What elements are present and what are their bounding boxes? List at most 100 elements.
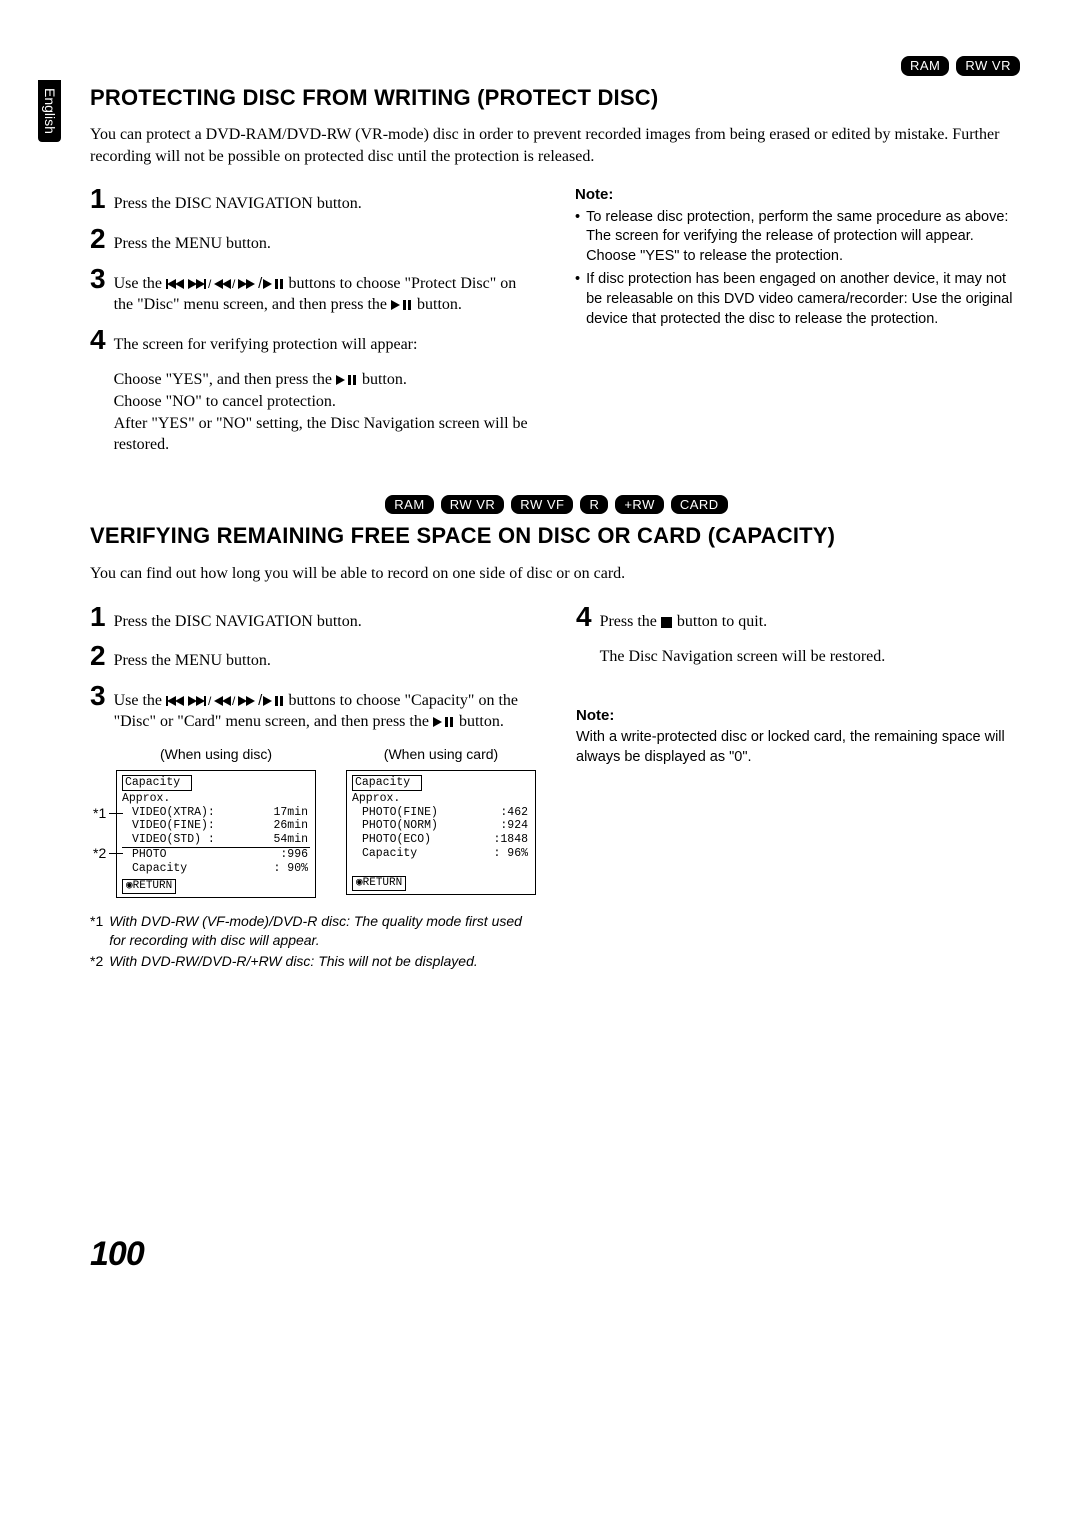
svg-text:/: / [208, 278, 212, 290]
osd-card: Capacity Approx. PHOTO(FINE):462 PHOTO(N… [346, 770, 536, 895]
col-left-2: 1Press the DISC NAVIGATION button. 2 Pres… [90, 603, 536, 973]
v: 54min [273, 833, 308, 847]
k: VIDEO(XTRA): [124, 806, 215, 820]
t: *2 [93, 845, 106, 862]
section1-title: PROTECTING DISC FROM WRITING (PROTECT DI… [90, 83, 1020, 113]
osd-disc: Capacity Approx. VIDEO(XTRA):17min VIDEO… [116, 770, 316, 898]
t: button to quit. [673, 613, 767, 630]
cols-2: 1Press the DISC NAVIGATION button. 2 Pres… [90, 603, 1020, 973]
page-number: 100 [90, 1232, 1020, 1278]
step-2-4: 4Press the button to quit. The Disc Navi… [576, 603, 1020, 668]
note-item: •If disc protection has been engaged on … [575, 270, 1020, 329]
note-heading: Note: [576, 706, 1020, 726]
section2-intro: You can find out how long you will be ab… [90, 563, 1020, 585]
play-pause-icon [391, 296, 413, 313]
step-body: Press the MENU button. [114, 650, 271, 672]
badge: CARD [671, 495, 728, 515]
star1-marker: *1 [93, 805, 123, 822]
t: Choose "NO" to cancel protection. [114, 391, 535, 413]
v: :1848 [493, 833, 528, 847]
step-body: Press the DISC NAVIGATION button. [114, 611, 362, 633]
section1-intro: You can protect a DVD-RAM/DVD-RW (VR-mod… [90, 124, 1020, 167]
t: The Disc Navigation screen will be resto… [600, 646, 886, 668]
nav-icons: // / [166, 275, 285, 292]
tick-icon [109, 813, 123, 814]
play-pause-icon [336, 371, 358, 388]
osd-title: Capacity [352, 775, 422, 791]
v: : 90% [273, 862, 308, 876]
t: button. [413, 296, 462, 313]
badge: +RW [615, 495, 664, 515]
cols-1: 1 Press the DISC NAVIGATION button. 2Pres… [90, 185, 1020, 465]
step-num: 3 [90, 265, 106, 316]
t: With DVD-RW (VF-mode)/DVD-R disc: The qu… [109, 912, 536, 950]
badge-row-2: RAM RW VR RW VF R +RW CARD [90, 494, 1020, 516]
step-1-2: 2Press the MENU button. [90, 225, 535, 255]
t: To release disc protection, perform the … [586, 208, 1020, 267]
spacer [352, 861, 530, 873]
t: button. [358, 371, 407, 388]
sub: Choose "YES", and then press the button. [114, 369, 535, 391]
footnote-1: *1With DVD-RW (VF-mode)/DVD-R disc: The … [90, 912, 536, 950]
t: With DVD-RW/DVD-R/+RW disc: This will no… [109, 952, 478, 971]
step-2-3: 3Use the // / buttons to choose "Capacit… [90, 682, 536, 733]
osd-disc-label: (When using disc) [116, 745, 316, 764]
k: Capacity [354, 847, 417, 861]
nav-icons: // / [166, 692, 285, 709]
svg-text:/: / [208, 695, 212, 707]
tick-icon [109, 853, 123, 854]
svg-text:/: / [232, 278, 236, 290]
step-num: 1 [90, 185, 106, 215]
fn-mark: *1 [90, 912, 103, 950]
k: PHOTO(NORM) [354, 819, 438, 833]
osd-title: Capacity [122, 775, 192, 791]
osd-return: ◉RETURN [352, 876, 406, 891]
step-body: The screen for verifying protection will… [114, 334, 535, 456]
bullet-icon: • [575, 270, 580, 329]
v: :462 [500, 806, 528, 820]
step-1-4: 4 The screen for verifying protection wi… [90, 326, 535, 456]
t: Use the [114, 275, 166, 292]
t: Use the [114, 692, 166, 709]
t: The screen for verifying protection will… [114, 336, 418, 353]
t: *1 [93, 805, 106, 822]
step-2-2: 2 Press the MENU button. [90, 642, 536, 672]
diagram-row: (When using disc) Capacity Approx. VIDEO… [90, 745, 536, 898]
step-2-1: 1Press the DISC NAVIGATION button. [90, 603, 536, 633]
badge: RAM [385, 495, 433, 515]
col-right-1: Note: •To release disc protection, perfo… [575, 185, 1020, 465]
k: PHOTO [124, 848, 167, 862]
step-num: 4 [576, 603, 592, 668]
osd-row: VIDEO(STD) : 54min [122, 833, 310, 848]
osd-row: PHOTO(NORM):924 [352, 819, 530, 833]
badge: RW VR [441, 495, 505, 515]
osd-row: PHOTO(ECO) :1848 [352, 833, 530, 847]
step-body: Press the DISC NAVIGATION button. [114, 193, 362, 215]
k: Capacity [124, 862, 187, 876]
v: 17min [273, 806, 308, 820]
step-num: 2 [90, 642, 106, 672]
osd-disc-block: (When using disc) Capacity Approx. VIDEO… [116, 745, 316, 898]
svg-text:/: / [232, 695, 236, 707]
badge-ram: RAM [901, 56, 949, 76]
fn-mark: *2 [90, 952, 103, 971]
step-num: 2 [90, 225, 106, 255]
col-right-2: 4Press the button to quit. The Disc Navi… [576, 603, 1020, 973]
osd-row: VIDEO(FINE):26min [122, 819, 310, 833]
t: Choose "YES", and then press the [114, 371, 336, 388]
star2-marker: *2 [93, 845, 123, 862]
t: After "YES" or "NO" setting, the Disc Na… [114, 413, 535, 456]
section2-title: VERIFYING REMAINING FREE SPACE ON DISC O… [90, 521, 1020, 551]
note-item: •To release disc protection, perform the… [575, 208, 1020, 267]
osd-card-label: (When using card) [346, 745, 536, 764]
osd-row: Capacity : 90% [122, 862, 310, 876]
step-body: Press the button to quit. The Disc Navig… [600, 611, 886, 668]
t: If disc protection has been engaged on a… [586, 270, 1020, 329]
v: 26min [273, 819, 308, 833]
k: PHOTO(ECO) [354, 833, 431, 847]
k: VIDEO(STD) : [124, 833, 215, 847]
osd-card-block: (When using card) Capacity Approx. PHOTO… [346, 745, 536, 898]
note-list: •To release disc protection, perform the… [575, 208, 1020, 329]
t: RETURN [363, 877, 403, 889]
page: English RAM RW VR PROTECTING DISC FROM W… [0, 0, 1080, 1328]
